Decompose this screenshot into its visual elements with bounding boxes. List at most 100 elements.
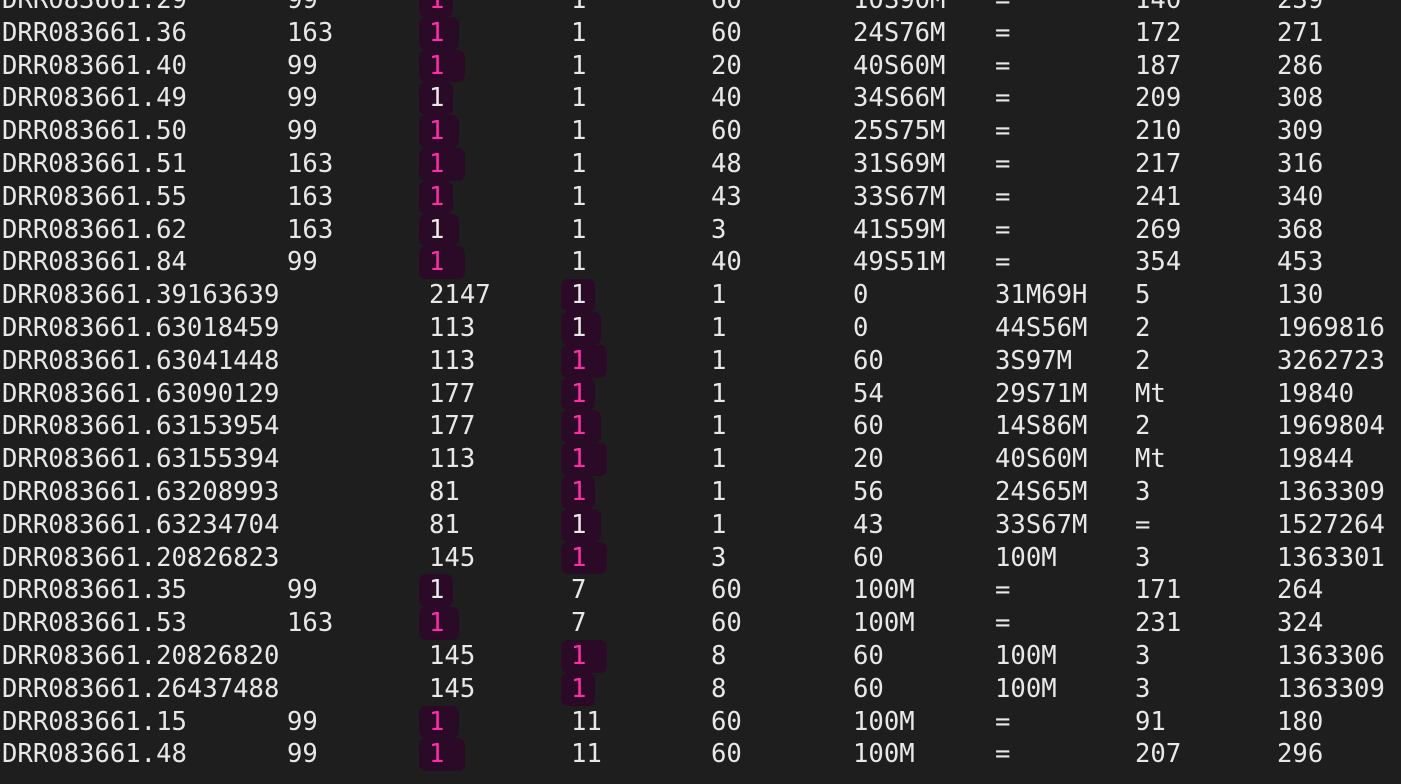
cell-col-3: 3 [711, 542, 727, 573]
cell-col-2: 1 [429, 148, 445, 179]
cell-col-2: 1 [571, 542, 587, 573]
cell-col-7: 130 [1277, 280, 1324, 311]
cell-col-0: DRR083661.50 [2, 116, 187, 147]
cell-col-5: 24S76M [853, 17, 946, 48]
cell-col-8: 324 [1277, 608, 1324, 639]
cell-col-0: DRR083661.55 [2, 181, 187, 212]
cell-col-8: 453 [1277, 247, 1324, 278]
cell-col-3: 11 [571, 739, 602, 770]
cell-col-1: 113 [429, 312, 476, 343]
cell-col-7: 171 [1135, 575, 1182, 606]
cell-col-5: 33S67M [995, 509, 1088, 540]
cell-col-5: 40S60M [853, 50, 946, 81]
cell-col-1: 177 [429, 411, 476, 442]
cell-col-7: 19840 [1277, 378, 1355, 409]
cell-col-4: 43 [853, 509, 884, 540]
cell-col-1: 99 [287, 0, 318, 15]
terminal-line: DRR083661.36 163 1 1 60 24S76M = 172 271 [0, 16, 1401, 50]
terminal-output[interactable]: DRR083661.29 99 1 1 60 10S90M = 140 239 DRR083661… [0, 0, 1401, 784]
cell-col-1: 145 [429, 542, 476, 573]
cell-col-3: 1 [711, 378, 727, 409]
cell-col-5: 100M [995, 640, 1057, 671]
cell-col-3: 1 [711, 345, 727, 376]
cell-col-3: 1 [571, 50, 587, 81]
terminal-line: DRR083661.63018459 113 1 1 0 44S56M 2 1969816 [0, 311, 1401, 345]
cell-col-2: 1 [571, 280, 587, 311]
cell-col-0: DRR083661.63155394 [2, 444, 280, 475]
cell-col-4: 40 [711, 247, 742, 278]
cell-col-2: 1 [429, 575, 445, 606]
cell-col-1: 99 [287, 739, 318, 770]
cell-col-5: 10S90M [853, 0, 946, 15]
cell-col-0: DRR083661.39163639 [2, 280, 280, 311]
cell-col-5: 31S69M [853, 148, 946, 179]
terminal-line: DRR083661.29 99 1 1 60 10S90M = 140 239 [0, 0, 1401, 17]
cell-col-5: 100M [853, 706, 915, 737]
cell-col-6: = [995, 50, 1011, 81]
cell-col-7: 172 [1135, 17, 1182, 48]
cell-col-3: 1 [571, 17, 587, 48]
terminal-line: DRR083661.20826820 145 1 8 60 100M 3 1363306 [0, 639, 1401, 673]
cell-col-5: 41S59M [853, 214, 946, 245]
cell-col-5: 24S65M [995, 476, 1088, 507]
cell-col-3: 1 [571, 116, 587, 147]
cell-col-1: 177 [429, 378, 476, 409]
cell-col-5: 49S51M [853, 247, 946, 278]
cell-col-0: DRR083661.29 [2, 0, 187, 15]
cell-col-0: DRR083661.63234704 [2, 509, 280, 540]
cell-col-7: 210 [1135, 116, 1182, 147]
cell-col-8: 286 [1277, 50, 1324, 81]
cell-col-0: DRR083661.63041448 [2, 345, 280, 376]
cell-col-0: DRR083661.20826820 [2, 640, 280, 671]
terminal-line: DRR083661.63208993 81 1 1 56 24S65M 3 1363309 [0, 475, 1401, 509]
cell-col-8: 264 [1277, 575, 1324, 606]
cell-col-5: 25S75M [853, 116, 946, 147]
terminal-line: DRR083661.63041448 113 1 1 60 3S97M 2 3262723 [0, 344, 1401, 378]
cell-col-7: 209 [1135, 83, 1182, 114]
cell-col-0: DRR083661.48 [2, 739, 187, 770]
cell-col-5: 100M [853, 608, 915, 639]
terminal-line: DRR083661.63155394 113 1 1 20 40S60M Mt 19844 [0, 443, 1401, 476]
cell-col-8: 309 [1277, 116, 1324, 147]
cell-col-5: 100M [995, 673, 1057, 704]
cell-col-6: 2 [1135, 345, 1151, 376]
cell-col-1: 99 [287, 83, 318, 114]
cell-col-6: Mt [1135, 378, 1166, 409]
cell-col-7: 231 [1135, 608, 1182, 639]
cell-col-5: 31M69H [995, 280, 1088, 311]
cell-col-4: 0 [853, 312, 869, 343]
cell-col-2: 1 [429, 608, 445, 639]
cell-col-8: 239 [1277, 0, 1324, 15]
cell-col-2: 1 [429, 214, 445, 245]
cell-col-2: 1 [571, 378, 587, 409]
cell-col-3: 8 [711, 673, 727, 704]
cell-col-4: 56 [853, 476, 884, 507]
cell-col-0: DRR083661.26437488 [2, 673, 280, 704]
cell-col-1: 99 [287, 116, 318, 147]
cell-col-3: 1 [711, 411, 727, 442]
terminal-line: DRR083661.53 163 1 7 60 100M = 231 324 [0, 607, 1401, 640]
terminal-line: DRR083661.48 99 1 11 60 100M = 207 296 [0, 738, 1401, 772]
terminal-line: DRR083661.84 99 1 1 40 49S51M = 354 453 [0, 246, 1401, 280]
cell-col-7: 207 [1135, 739, 1182, 770]
cell-col-8: 368 [1277, 214, 1324, 245]
cell-col-3: 1 [571, 148, 587, 179]
cell-col-2: 1 [429, 116, 445, 147]
cell-col-7: 140 [1135, 0, 1182, 15]
cell-col-1: 163 [287, 214, 334, 245]
cell-col-7: 3262723 [1277, 345, 1385, 376]
cell-col-4: 60 [711, 0, 742, 15]
cell-col-1: 163 [287, 181, 334, 212]
cell-col-6: = [995, 608, 1011, 639]
cell-col-8: 316 [1277, 148, 1324, 179]
cell-col-6: 5 [1135, 280, 1151, 311]
cell-col-0: DRR083661.49 [2, 83, 187, 114]
cell-col-5: 29S71M [995, 378, 1088, 409]
cell-col-2: 1 [571, 476, 587, 507]
cell-col-0: DRR083661.20826823 [2, 542, 280, 573]
cell-col-7: 1363301 [1277, 542, 1385, 573]
cell-col-6: 2 [1135, 312, 1151, 343]
cell-col-3: 1 [571, 214, 587, 245]
cell-col-0: DRR083661.35 [2, 575, 187, 606]
cell-col-4: 43 [711, 181, 742, 212]
